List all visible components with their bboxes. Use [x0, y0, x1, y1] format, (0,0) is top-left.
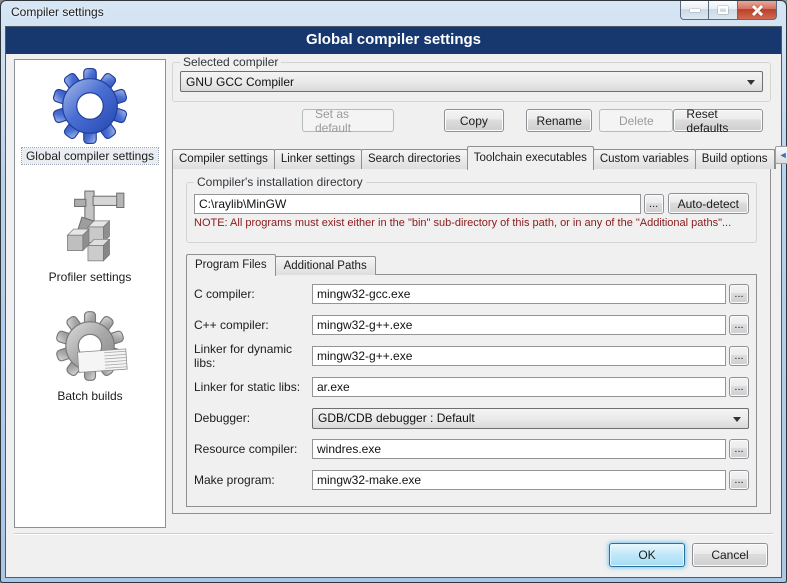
set-as-default-button[interactable]: Set as default: [302, 109, 394, 132]
c-compiler-label: C compiler:: [194, 287, 312, 301]
selected-compiler-group: Selected compiler GNU GCC Compiler: [172, 55, 771, 102]
minimize-icon: [690, 9, 700, 12]
static-linker-input[interactable]: [312, 377, 726, 397]
browse-resource-compiler-button[interactable]: ...: [729, 439, 749, 459]
ok-button[interactable]: OK: [609, 543, 685, 567]
debugger-select-value: GDB/CDB debugger : Default: [318, 411, 475, 425]
copy-button[interactable]: Copy: [444, 109, 505, 132]
cpp-compiler-input[interactable]: [312, 315, 726, 335]
dynamic-linker-label: Linker for dynamic libs:: [194, 342, 312, 370]
tab-search-directories[interactable]: Search directories: [361, 149, 468, 169]
resource-compiler-label: Resource compiler:: [194, 442, 312, 456]
compiler-select[interactable]: GNU GCC Compiler: [180, 71, 763, 92]
dialog-body: Global compiler settings: [5, 26, 782, 578]
maximize-button[interactable]: [709, 1, 737, 20]
rename-button[interactable]: Rename: [526, 109, 592, 132]
sidebar-item-label: Global compiler settings: [22, 148, 158, 164]
page-title: Global compiler settings: [6, 27, 781, 54]
settings-category-list: Global compiler settings: [14, 59, 166, 528]
sidebar-item-global-compiler-settings[interactable]: Global compiler settings: [22, 67, 158, 164]
make-program-input[interactable]: [312, 470, 726, 490]
main-panel: Selected compiler GNU GCC Compiler Set a…: [172, 59, 773, 529]
maximize-icon: [718, 6, 728, 14]
gray-gear-papers-icon: [51, 307, 129, 385]
close-icon: [751, 4, 764, 17]
resource-compiler-input[interactable]: [312, 439, 726, 459]
cancel-button[interactable]: Cancel: [692, 543, 768, 567]
installation-directory-label: Compiler's installation directory: [194, 175, 366, 189]
sidebar-item-label: Profiler settings: [45, 269, 136, 285]
tab-linker-settings[interactable]: Linker settings: [274, 149, 362, 169]
compiler-actions: Set as default Copy Rename Delete Reset …: [172, 109, 771, 132]
bin-subdirectory-note: NOTE: All programs must exist either in …: [194, 217, 749, 229]
toolchain-executables-panel: Compiler's installation directory ... Au…: [172, 168, 771, 514]
tab-program-files[interactable]: Program Files: [186, 254, 276, 276]
compiler-settings-dialog: Compiler settings Global compiler settin…: [0, 0, 787, 583]
tab-scroll-buttons: ◄ ►: [775, 146, 787, 164]
tab-custom-variables[interactable]: Custom variables: [593, 149, 696, 169]
browse-static-linker-button[interactable]: ...: [729, 377, 749, 397]
tab-scroll-left-icon[interactable]: ◄: [775, 146, 787, 164]
tab-additional-paths[interactable]: Additional Paths: [275, 256, 376, 275]
installation-directory-input[interactable]: [194, 194, 641, 214]
program-files-panel: C compiler: ... C++ compiler: ... Linker…: [186, 274, 757, 507]
titlebar[interactable]: Compiler settings: [1, 1, 786, 26]
program-tab-strip: Program Files Additional Paths: [186, 253, 375, 275]
resource-compiler-row: Resource compiler: ...: [194, 438, 749, 460]
static-linker-label: Linker for static libs:: [194, 380, 312, 394]
selected-compiler-label: Selected compiler: [180, 55, 281, 69]
compiler-select-value: GNU GCC Compiler: [186, 75, 294, 89]
make-program-row: Make program: ...: [194, 469, 749, 491]
c-compiler-row: C compiler: ...: [194, 283, 749, 305]
auto-detect-button[interactable]: Auto-detect: [668, 193, 749, 214]
window-frame: Compiler settings Global compiler settin…: [0, 0, 787, 583]
browse-c-compiler-button[interactable]: ...: [729, 284, 749, 304]
dynamic-linker-row: Linker for dynamic libs: ...: [194, 345, 749, 367]
browse-make-program-button[interactable]: ...: [729, 470, 749, 490]
debugger-select[interactable]: GDB/CDB debugger : Default: [312, 408, 749, 429]
window-title: Compiler settings: [11, 5, 104, 19]
static-linker-row: Linker for static libs: ...: [194, 376, 749, 398]
close-button[interactable]: [737, 1, 777, 20]
make-program-label: Make program:: [194, 473, 312, 487]
window-controls: [680, 1, 777, 20]
tab-build-options[interactable]: Build options: [695, 149, 775, 169]
settings-tab-strip: Compiler settings Linker settings Search…: [172, 145, 771, 169]
sidebar-item-batch-builds[interactable]: Batch builds: [51, 307, 129, 404]
sidebar-item-label: Batch builds: [53, 388, 126, 404]
browse-directory-button[interactable]: ...: [644, 194, 664, 214]
footer-divider: [14, 533, 773, 535]
debugger-label: Debugger:: [194, 411, 312, 425]
cpp-compiler-row: C++ compiler: ...: [194, 314, 749, 336]
tab-compiler-settings[interactable]: Compiler settings: [172, 149, 275, 169]
browse-dynamic-linker-button[interactable]: ...: [729, 346, 749, 366]
installation-directory-group: Compiler's installation directory ... Au…: [186, 175, 757, 243]
caliper-cubes-icon: [51, 188, 129, 266]
delete-button[interactable]: Delete: [599, 109, 673, 132]
chevron-down-icon: [747, 80, 755, 85]
footer-buttons: OK Cancel: [609, 543, 768, 567]
dynamic-linker-input[interactable]: [312, 346, 726, 366]
debugger-row: Debugger: GDB/CDB debugger : Default: [194, 407, 749, 429]
reset-defaults-button[interactable]: Reset defaults: [673, 109, 763, 132]
tab-toolchain-executables[interactable]: Toolchain executables: [467, 146, 594, 170]
blue-gear-icon: [51, 67, 129, 145]
sidebar-item-profiler-settings[interactable]: Profiler settings: [45, 188, 136, 285]
cpp-compiler-label: C++ compiler:: [194, 318, 312, 332]
chevron-down-icon: [733, 417, 741, 422]
c-compiler-input[interactable]: [312, 284, 726, 304]
browse-cpp-compiler-button[interactable]: ...: [729, 315, 749, 335]
minimize-button[interactable]: [680, 1, 709, 20]
